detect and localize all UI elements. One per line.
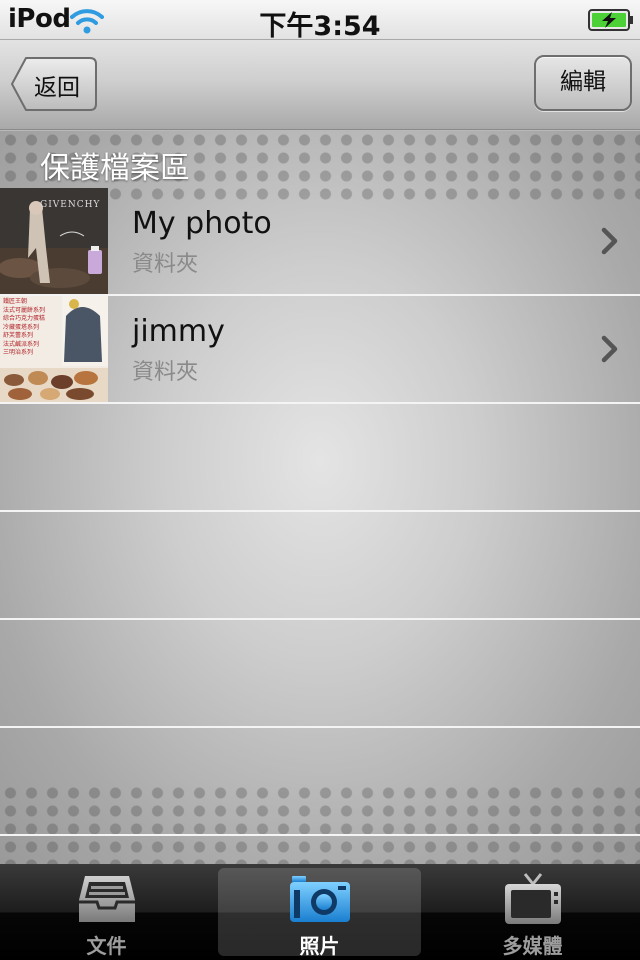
status-time: 下午3:54: [259, 11, 381, 42]
empty-row: [0, 512, 640, 620]
folder-row-jimmy[interactable]: 鐵匠王朝 法式可麗餅系列 綜合巧克力蛋糕 冷藏蛋塔系列 舒芙蕾系列 法式鹹派系列…: [0, 296, 640, 404]
folder-thumbnail: GIVENCHY: [0, 188, 108, 294]
back-button[interactable]: 返回: [10, 56, 98, 112]
folder-subtitle: 資料夾: [132, 252, 199, 277]
tv-icon: [504, 873, 561, 924]
folder-title: jimmy: [132, 314, 225, 349]
navigation-bar: 返回 編輯: [0, 40, 640, 130]
status-bar: iPod 下午3:54: [0, 0, 640, 42]
folder-row-my-photo[interactable]: GIVENCHY My photo 資料夾: [0, 188, 640, 296]
empty-row: [0, 620, 640, 728]
tab-documents[interactable]: 文件: [0, 864, 213, 960]
folder-subtitle: 資料夾: [132, 360, 199, 385]
camera-icon: [289, 876, 350, 922]
folder-title: My photo: [132, 206, 272, 241]
thumbnail-brand-text: GIVENCHY: [40, 200, 101, 210]
tab-multimedia[interactable]: 多媒體: [426, 864, 639, 960]
empty-row: [0, 728, 640, 836]
chevron-right-icon: [601, 335, 618, 363]
tab-label: 文件: [86, 934, 127, 958]
inbox-tray-icon: [78, 876, 135, 922]
section-title: 保護檔案區: [40, 151, 190, 186]
battery-charging-icon: [588, 9, 633, 31]
back-button-label: 返回: [34, 75, 80, 101]
tab-label: 多媒體: [502, 934, 563, 958]
tab-photos[interactable]: 照片: [213, 864, 426, 960]
tab-bar: 文件 照片 多媒體: [0, 864, 640, 960]
folder-list-area: 保護檔案區 GIVENCHY My photo 資料夾 鐵匠王朝 法式可麗餅系列…: [0, 131, 640, 864]
chevron-right-icon: [601, 227, 618, 255]
edit-button[interactable]: 編輯: [534, 55, 632, 111]
empty-row: [0, 404, 640, 512]
folder-thumbnail: 鐵匠王朝 法式可麗餅系列 綜合巧克力蛋糕 冷藏蛋塔系列 舒芙蕾系列 法式鹹派系列…: [0, 296, 108, 402]
tab-label: 照片: [299, 934, 340, 958]
